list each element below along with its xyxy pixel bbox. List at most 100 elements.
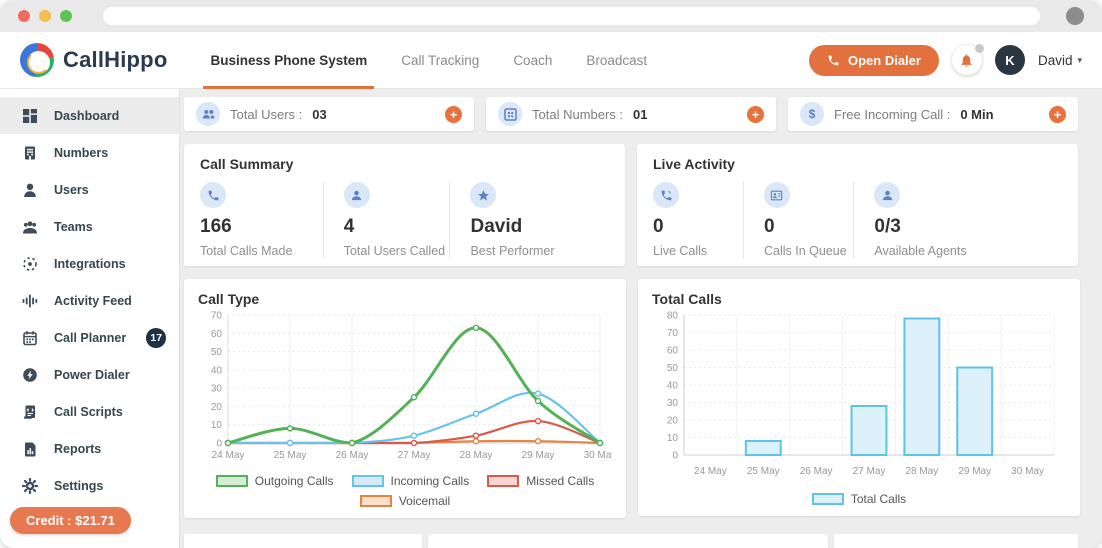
partial-card (834, 534, 1078, 548)
outgoing-calls-swatch (216, 475, 248, 487)
sidebar-item-label: Users (54, 183, 89, 197)
legend-item: Voicemail (360, 494, 450, 508)
sidebar-item-users[interactable]: Users (0, 171, 179, 208)
stat-value: 01 (633, 107, 647, 122)
browser-chrome-bar (0, 0, 1102, 32)
sidebar-item-settings[interactable]: Settings (0, 467, 179, 504)
close-window-icon[interactable] (18, 10, 30, 22)
free-incoming-call-card: $ Free Incoming Call : 0 Min + (788, 97, 1078, 131)
sidebar-item-dashboard[interactable]: Dashboard (0, 97, 179, 134)
integrations-icon (22, 256, 38, 272)
browser-profile-icon[interactable] (1066, 7, 1084, 25)
calls-in-queue-section: 0 Calls In Queue (743, 182, 853, 258)
notifications-button[interactable] (952, 45, 982, 75)
user-menu[interactable]: David ▾ (1038, 53, 1082, 68)
live-activity-panel: Live Activity 0 Live Calls 0 Calls In Qu… (637, 144, 1078, 266)
maximize-window-icon[interactable] (60, 10, 72, 22)
svg-text:24 May: 24 May (212, 450, 245, 461)
stat-row: Total Users : 03 + Total Numbers : 01 + … (184, 97, 1078, 131)
svg-text:50: 50 (211, 347, 223, 358)
svg-text:60: 60 (667, 346, 679, 357)
tab-coach[interactable]: Coach (496, 32, 569, 89)
metric-label: Calls In Queue (764, 244, 839, 258)
metric-value: 166 (200, 216, 309, 238)
metric-value: 0 (764, 216, 839, 238)
activity-feed-icon (22, 293, 38, 309)
svg-text:28 May: 28 May (460, 450, 493, 461)
sidebar-item-label: Numbers (54, 146, 108, 160)
total-numbers-card: Total Numbers : 01 + (486, 97, 776, 131)
metric-value: 0 (653, 216, 729, 238)
total-users-called-section: 4 Total Users Called (323, 182, 450, 258)
best-performer-section: David Best Performer (449, 182, 609, 258)
sidebar-item-activity-feed[interactable]: Activity Feed (0, 282, 179, 319)
stat-value: 03 (312, 107, 326, 122)
svg-text:10: 10 (211, 420, 223, 431)
charts-row: Call Type 01020304050607024 May25 May26 … (184, 279, 1078, 518)
metric-label: Live Calls (653, 244, 729, 258)
svg-text:0: 0 (672, 451, 678, 462)
sidebar-item-reports[interactable]: Reports (0, 430, 179, 467)
tab-business-phone-system[interactable]: Business Phone System (193, 32, 384, 89)
add-number-button[interactable]: + (747, 106, 764, 123)
reports-icon (22, 441, 38, 457)
dashboard-icon (22, 108, 38, 124)
svg-text:20: 20 (667, 416, 679, 427)
open-dialer-button[interactable]: Open Dialer (809, 45, 939, 76)
callhippo-logo[interactable]: CallHippo (20, 43, 167, 77)
sidebar-item-label: Integrations (54, 257, 126, 271)
plus-icon: + (752, 108, 760, 121)
tab-broadcast[interactable]: Broadcast (569, 32, 664, 89)
available-agents-section: 0/3 Available Agents (853, 182, 1062, 258)
header-actions: Open Dialer K David ▾ (809, 45, 1082, 76)
partial-card (184, 534, 422, 548)
legend-item: Outgoing Calls (216, 474, 334, 488)
phone-icon (827, 54, 840, 67)
total-calls-card-chart: Total Calls 0102030405060708024 May25 Ma… (638, 279, 1080, 516)
tab-call-tracking[interactable]: Call Tracking (384, 32, 496, 89)
numbers-icon (22, 145, 38, 161)
dollar-icon: $ (800, 102, 824, 126)
svg-text:10: 10 (667, 433, 679, 444)
sidebar-item-call-scripts[interactable]: Call Scripts (0, 393, 179, 430)
app-header: CallHippo Business Phone System Call Tra… (0, 32, 1102, 89)
metric-label: Best Performer (470, 244, 595, 258)
sidebar-item-teams[interactable]: Teams (0, 208, 179, 245)
svg-text:70: 70 (211, 311, 223, 322)
metric-value: David (470, 216, 595, 238)
teams-icon (22, 219, 38, 235)
svg-text:20: 20 (211, 402, 223, 413)
svg-text:28 May: 28 May (905, 466, 938, 477)
stat-value: 0 Min (960, 107, 993, 122)
legend-label: Voicemail (399, 494, 450, 508)
chart-title: Call Type (198, 291, 612, 307)
svg-text:30: 30 (211, 384, 223, 395)
metric-value: 4 (344, 216, 436, 238)
metric-label: Total Users Called (344, 244, 436, 258)
credit-badge[interactable]: Credit : $21.71 (10, 507, 131, 534)
call-summary-panel: Call Summary 166 Total Calls Made 4 Tota… (184, 144, 625, 266)
sidebar-item-integrations[interactable]: Integrations (0, 245, 179, 282)
sidebar-item-power-dialer[interactable]: Power Dialer (0, 356, 179, 393)
legend-label: Total Calls (851, 492, 906, 506)
call-type-chart: 01020304050607024 May25 May26 May27 May2… (198, 307, 612, 465)
sidebar-item-label: Dashboard (54, 109, 119, 123)
open-dialer-label: Open Dialer (848, 53, 921, 68)
queue-icon (770, 189, 783, 202)
missed-calls-swatch (487, 475, 519, 487)
stat-label: Free Incoming Call : (834, 107, 950, 122)
avatar[interactable]: K (995, 45, 1025, 75)
sidebar-item-numbers[interactable]: Numbers (0, 134, 179, 171)
svg-text:25 May: 25 May (274, 450, 307, 461)
add-credit-button[interactable]: + (1049, 106, 1066, 123)
legend-label: Outgoing Calls (255, 474, 334, 488)
address-bar[interactable] (103, 7, 1040, 25)
total-users-card: Total Users : 03 + (184, 97, 474, 131)
metric-label: Total Calls Made (200, 244, 309, 258)
users-icon (22, 182, 38, 198)
brand-name: CallHippo (63, 47, 167, 73)
plus-icon: + (1054, 108, 1062, 121)
minimize-window-icon[interactable] (39, 10, 51, 22)
add-user-button[interactable]: + (445, 106, 462, 123)
sidebar-item-call-planner[interactable]: Call Planner 17 (0, 319, 179, 356)
